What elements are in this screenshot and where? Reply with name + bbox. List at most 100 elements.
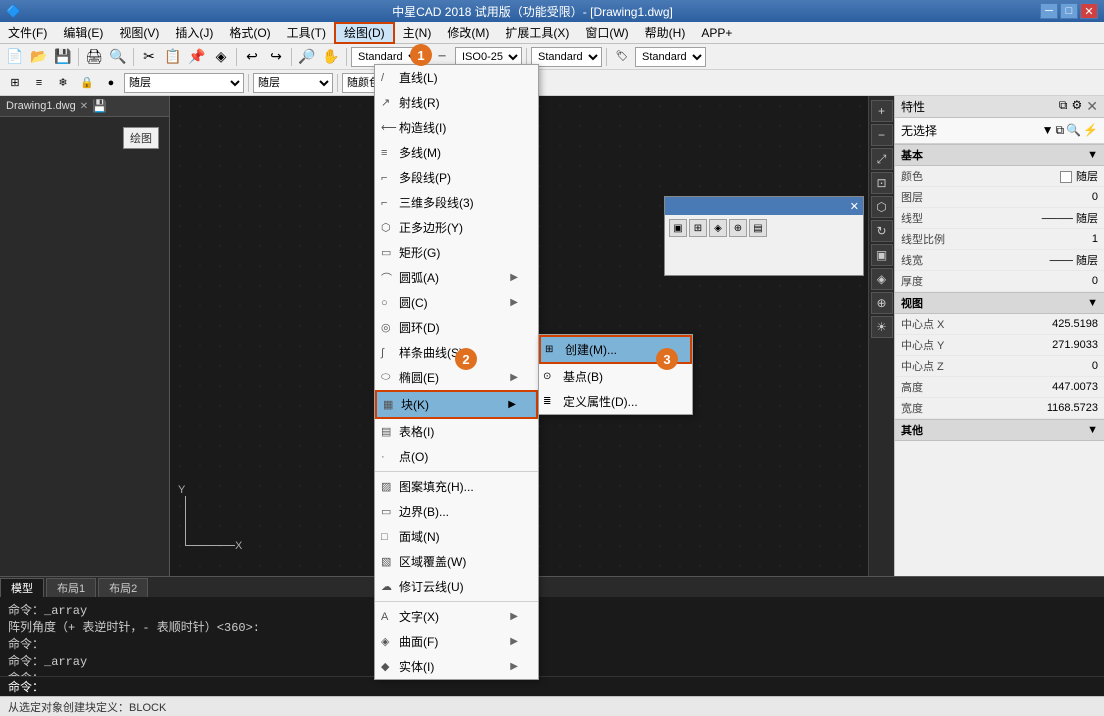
menu-line[interactable]: /直线(L) [375,65,538,90]
vp-prop[interactable]: ⊕ [871,292,893,314]
menu-spline[interactable]: ∫样条曲线(S) [375,340,538,365]
menu-3dpline[interactable]: ⌐三维多段线(3) [375,190,538,215]
menu-block[interactable]: ▦块(K)▶ [375,390,538,419]
menu-circle[interactable]: ○圆(C)▶ [375,290,538,315]
vp-pan[interactable]: ⤢ [871,148,893,170]
menu-insert[interactable]: 插入(J) [167,22,221,44]
float-btn-3[interactable]: ◈ [709,219,727,237]
file-tab-close[interactable]: ✕ [80,101,88,112]
lineweight-select[interactable]: Standard [531,47,602,67]
layer-prop-button[interactable]: ⊞ [4,72,26,94]
layer-color-button[interactable]: ● [100,72,122,94]
vp-zoom-in[interactable]: + [871,100,893,122]
menu-arc[interactable]: ⌒圆弧(A)▶ [375,265,538,290]
menu-draw[interactable]: 绘图(D) [334,22,395,44]
block-defattr[interactable]: ≣ 定义属性(D)... [539,389,692,414]
menu-view[interactable]: 视图(V) [111,22,167,44]
layer-freeze-button[interactable]: ❄ [52,72,74,94]
tab-model[interactable]: 模型 [0,578,44,597]
layer-state-button[interactable]: ≡ [28,72,50,94]
layer-select-2[interactable]: 随层 [253,73,333,93]
menu-modify[interactable]: 修改(M) [439,22,497,44]
menu-help[interactable]: 帮助(H) [637,22,694,44]
new-button[interactable]: 📄 [4,46,26,68]
prop-section-arrow: ▼ [1087,149,1098,161]
block-submenu[interactable]: ⊞ 创建(M)... ⊙ 基点(B) ≣ 定义属性(D)... [538,334,693,415]
vp-zoom-out[interactable]: − [871,124,893,146]
print-button[interactable]: 🖨 [83,46,105,68]
menu-region[interactable]: □面域(N) [375,524,538,549]
float-btn-1[interactable]: ▣ [669,219,687,237]
open-button[interactable]: 📂 [28,46,50,68]
zoom-button[interactable]: 🔎 [296,46,318,68]
block-create[interactable]: ⊞ 创建(M)... [539,335,692,364]
paste-button[interactable]: 📌 [186,46,208,68]
menu-revcloud[interactable]: ☁修订云线(U) [375,574,538,599]
layer-select[interactable]: 随层 [124,73,244,93]
redo-button[interactable]: ↪ [265,46,287,68]
draw-menu-dropdown[interactable]: /直线(L) ↗射线(R) ⟵构造线(I) ≡多线(M) ⌐多段线(P) ⌐三维… [374,64,539,680]
vp-3d[interactable]: ⬡ [871,196,893,218]
layer-lock-button[interactable]: 🔒 [76,72,98,94]
prop-icon-3[interactable]: ⚡ [1083,123,1098,138]
close-button[interactable]: ✕ [1080,3,1098,19]
block-base[interactable]: ⊙ 基点(B) [539,364,692,389]
copy-button[interactable]: 📋 [162,46,184,68]
menu-hatch[interactable]: ▨图案填充(H)... [375,474,538,499]
menu-text[interactable]: A文字(X)▶ [375,604,538,629]
vp-orbit[interactable]: ↻ [871,220,893,242]
menu-ray[interactable]: ↗射线(R) [375,90,538,115]
float-btn-5[interactable]: ▤ [749,219,767,237]
vp-view1[interactable]: ▣ [871,244,893,266]
maximize-button[interactable]: □ [1060,3,1078,19]
matchprop-button[interactable]: ◈ [210,46,232,68]
properties-close[interactable]: ✕ [1086,98,1098,115]
tab-layout1[interactable]: 布局1 [46,578,96,597]
menu-mline[interactable]: ≡多线(M) [375,140,538,165]
menu-exttools[interactable]: 扩展工具(X) [497,22,577,44]
region-icon: □ [381,531,388,543]
undo-button[interactable]: ↩ [241,46,263,68]
pan-button[interactable]: ✋ [320,46,342,68]
float-btn-2[interactable]: ⊞ [689,219,707,237]
menu-boundary[interactable]: ▭边界(B)... [375,499,538,524]
prop-icon-2[interactable]: 🔍 [1066,123,1081,138]
cut-button[interactable]: ✂ [138,46,160,68]
menu-xline[interactable]: ⟵构造线(I) [375,115,538,140]
menu-ellipse[interactable]: ⬭椭圆(E)▶ [375,365,538,390]
vp-extent[interactable]: ⊡ [871,172,893,194]
menu-window[interactable]: 窗口(W) [577,22,636,44]
menu-rect[interactable]: ▭矩形(G) [375,240,538,265]
preview-button[interactable]: 🔍 [107,46,129,68]
prop-copy-icon[interactable]: ⧉ [1059,98,1068,115]
menu-tools[interactable]: 工具(T) [279,22,334,44]
vp-view2[interactable]: ◈ [871,268,893,290]
vp-light[interactable]: ☀ [871,316,893,338]
menu-solid[interactable]: ◆实体(I)▶ [375,654,538,679]
menu-polygon[interactable]: ⬡正多边形(Y) [375,215,538,240]
menu-surface[interactable]: ◈曲面(F)▶ [375,629,538,654]
file-tab-save[interactable]: 💾 [92,99,107,113]
prop-icon-1[interactable]: ⧉ [1056,123,1065,138]
menu-table[interactable]: ▤表格(I) [375,419,538,444]
menu-file[interactable]: 文件(F) [0,22,55,44]
float-btn-4[interactable]: ⊕ [729,219,747,237]
menu-mark[interactable]: 主(N) [395,22,440,44]
prop-section-view: 视图 ▼ [895,292,1104,314]
file-tab[interactable]: Drawing1.dwg ✕ 💾 [0,96,169,117]
tab-layout2[interactable]: 布局2 [98,578,148,597]
line-icon: / [381,72,384,84]
prop-filter-icon[interactable]: ⚙ [1072,98,1083,115]
float-dialog-close[interactable]: ✕ [850,200,859,213]
menu-format[interactable]: 格式(O) [221,22,278,44]
menu-pline[interactable]: ⌐多段线(P) [375,165,538,190]
menu-donut[interactable]: ◎圆环(D) [375,315,538,340]
menu-wipeout[interactable]: ▧区域覆盖(W) [375,549,538,574]
menu-point[interactable]: ·点(O) [375,444,538,469]
prop-expand-icon[interactable]: ▼ [1042,123,1054,138]
menu-edit[interactable]: 编辑(E) [55,22,111,44]
plotstyle-select[interactable]: Standard [635,47,706,67]
menu-app[interactable]: APP+ [693,22,740,44]
save-button[interactable]: 💾 [52,46,74,68]
minimize-button[interactable]: ─ [1040,3,1058,19]
